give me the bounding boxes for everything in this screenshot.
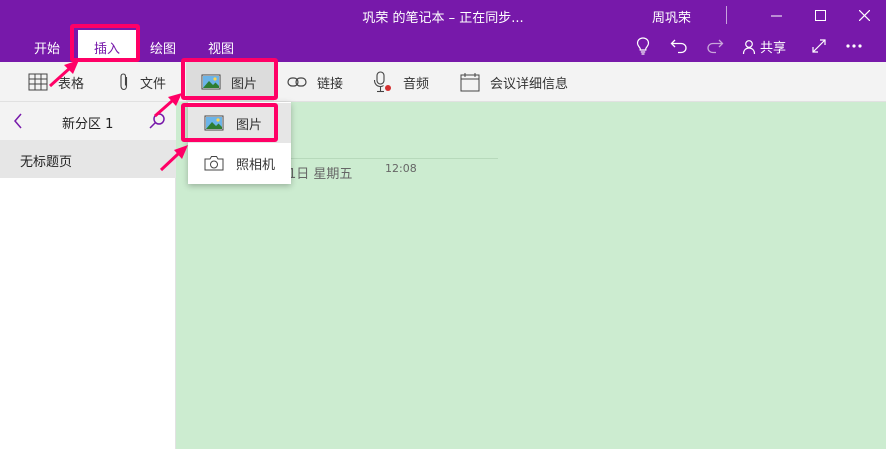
section-name: 新分区 1 [62,117,114,132]
minimize-icon [770,15,782,16]
menu-item-camera[interactable]: 照相机 [188,143,291,183]
highlight-picture-menu-item [181,103,278,142]
paperclip-icon [120,73,128,91]
table-icon [28,73,48,91]
more-button[interactable] [843,36,865,56]
calendar-icon [460,73,480,92]
insert-link-label: 链接 [317,76,344,92]
undo-button[interactable] [668,36,690,56]
microphone-icon [373,71,391,93]
maximize-button[interactable] [798,0,842,30]
title-underline [288,158,498,159]
annotation-arrow [154,93,182,118]
redo-icon [707,39,724,54]
insert-audio-button[interactable]: 音频 [373,62,429,102]
highlight-picture-button [181,58,278,100]
annotation-arrow [159,145,188,172]
user-name[interactable]: 周巩荣 [652,7,691,26]
page-time: 12:08 [385,162,417,175]
maximize-icon [814,9,826,21]
insert-audio-label: 音频 [403,76,430,92]
close-icon [858,9,870,21]
camera-icon [204,156,224,171]
tab-draw[interactable]: 绘图 [150,38,176,57]
menu-item-camera-label: 照相机 [236,157,276,173]
chevron-left-icon [14,113,22,129]
tab-view[interactable]: 视图 [208,38,234,57]
page-list-pane: 新分区 1 无标题页 [0,102,176,449]
tell-me-button[interactable] [632,36,654,56]
back-button[interactable] [8,110,28,132]
section-header: 新分区 1 [0,102,176,140]
insert-meeting-details-button[interactable]: 会议详细信息 [460,62,568,102]
redo-button[interactable] [704,36,726,56]
insert-toolbar: 表格 文件 图片 链接 音频 会议详细信息 [0,62,886,102]
more-icon [846,44,862,48]
page-date: 1日 星期五 [288,167,353,182]
share-button[interactable]: 共享 [742,37,786,56]
annotation-arrow [48,60,79,88]
page-list-item[interactable]: 无标题页 [0,140,176,178]
close-button[interactable] [842,0,886,30]
expand-icon [812,39,826,53]
insert-link-button[interactable]: 链接 [287,62,343,102]
undo-icon [670,39,687,54]
person-icon [742,39,756,54]
title-separator [726,6,727,24]
insert-meeting-details-label: 会议详细信息 [490,76,569,92]
link-icon [287,77,307,87]
share-label: 共享 [760,41,787,56]
lightbulb-icon [636,37,650,55]
full-page-button[interactable] [808,36,830,56]
minimize-button[interactable] [754,0,798,30]
